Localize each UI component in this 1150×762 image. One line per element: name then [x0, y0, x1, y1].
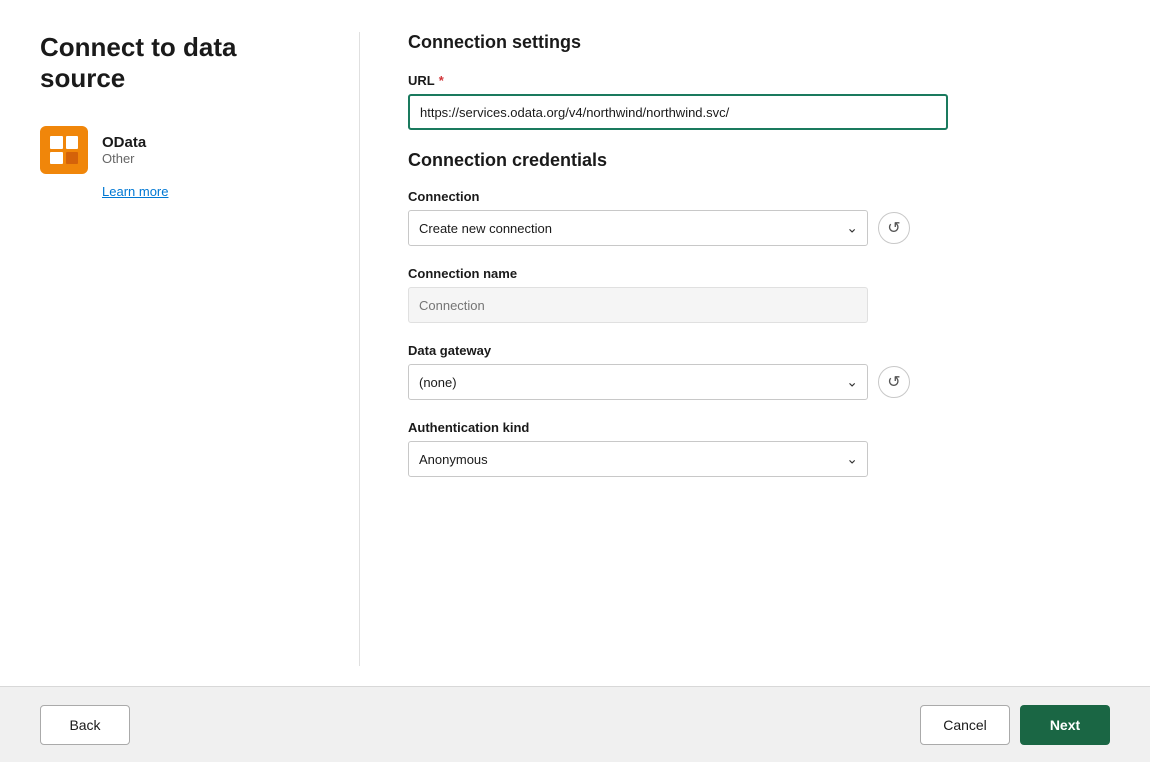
connection-settings-heading: Connection settings — [408, 32, 1110, 53]
learn-more-link[interactable]: Learn more — [102, 184, 319, 199]
back-button[interactable]: Back — [40, 705, 130, 745]
next-button[interactable]: Next — [1020, 705, 1110, 745]
connection-label: Connection — [408, 189, 480, 204]
connector-category: Other — [102, 151, 146, 166]
data-gateway-dropdown[interactable]: (none) — [408, 364, 868, 400]
connector-icon — [40, 126, 88, 174]
url-required-indicator: * — [439, 73, 444, 88]
data-gateway-dropdown-wrapper: (none) ⌄ — [408, 364, 868, 400]
connection-credentials-heading: Connection credentials — [408, 150, 1110, 171]
connection-refresh-button[interactable]: ↺ — [878, 212, 910, 244]
connection-dropdown[interactable]: Create new connection — [408, 210, 868, 246]
connection-name-label: Connection name — [408, 266, 517, 281]
authentication-kind-label: Authentication kind — [408, 420, 529, 435]
url-input[interactable] — [408, 94, 948, 130]
authentication-kind-dropdown-wrapper: Anonymous ⌄ — [408, 441, 868, 477]
cancel-button[interactable]: Cancel — [920, 705, 1010, 745]
url-label: URL — [408, 73, 435, 88]
connector-name: OData — [102, 134, 146, 151]
data-gateway-label: Data gateway — [408, 343, 491, 358]
authentication-kind-dropdown[interactable]: Anonymous — [408, 441, 868, 477]
footer: Back Cancel Next — [0, 686, 1150, 762]
connection-dropdown-wrapper: Create new connection ⌄ — [408, 210, 868, 246]
connection-name-input[interactable] — [408, 287, 868, 323]
data-gateway-refresh-button[interactable]: ↺ — [878, 366, 910, 398]
page-title: Connect to data source — [40, 32, 319, 94]
